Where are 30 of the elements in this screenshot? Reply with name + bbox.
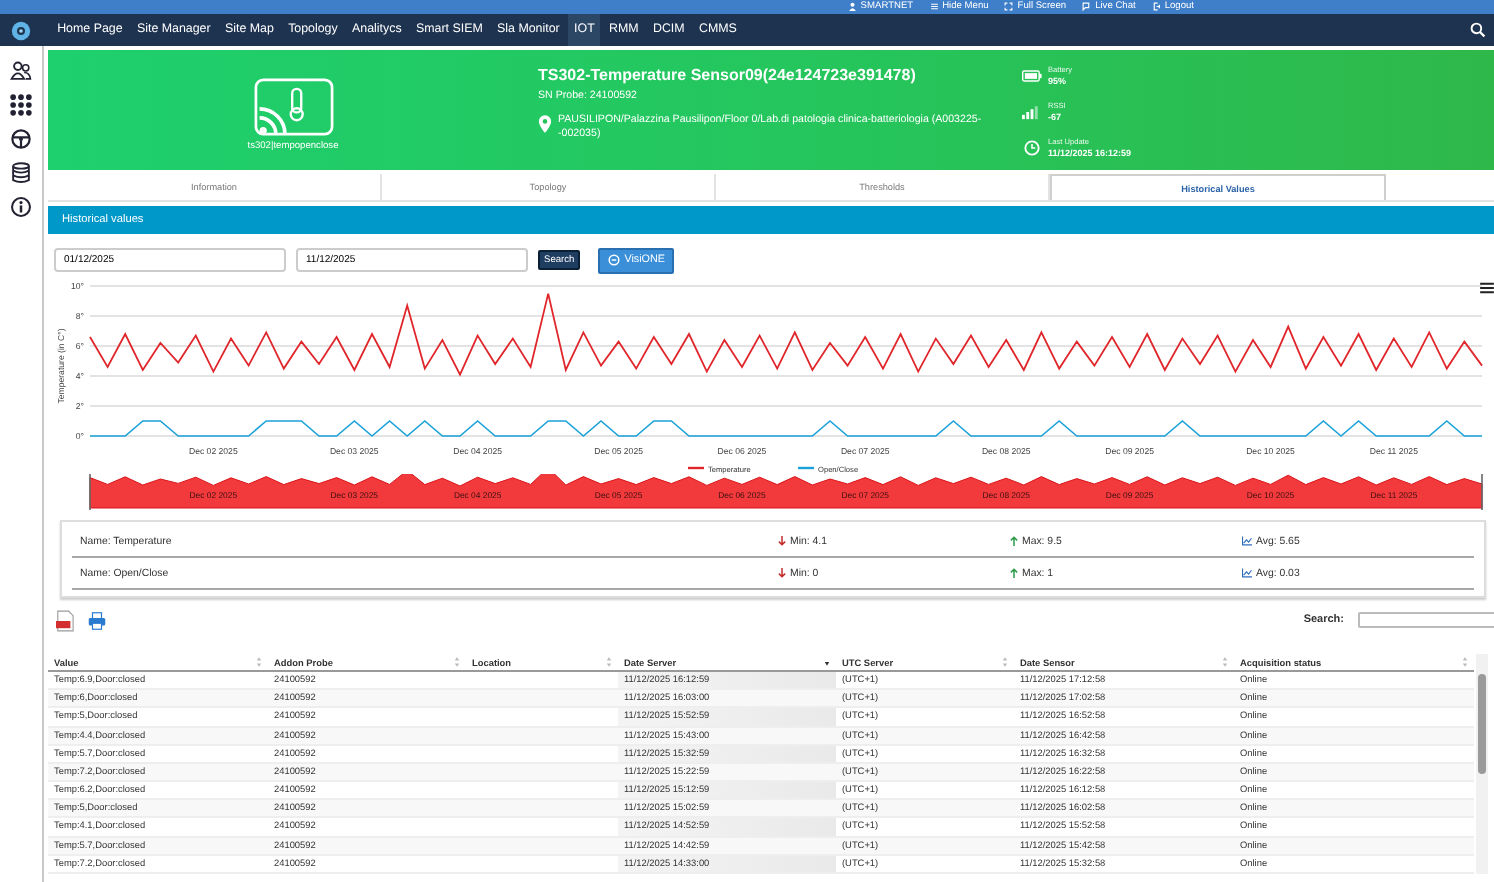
fullscreen-icon [1004, 2, 1014, 12]
grid-icon[interactable] [10, 94, 32, 116]
info-icon[interactable] [10, 196, 32, 218]
location-pin-icon [538, 114, 552, 134]
clock-icon [1022, 140, 1042, 156]
menu-icon[interactable] [1480, 282, 1494, 294]
battery-icon [1022, 68, 1042, 84]
user-icon [847, 2, 857, 12]
signal-icon [1022, 104, 1042, 120]
down-arrow-icon [778, 536, 786, 546]
up-arrow-icon [1010, 568, 1018, 578]
navigator-area[interactable] [89, 474, 1483, 509]
line-chart-icon [1242, 568, 1252, 578]
printer-icon[interactable] [88, 609, 106, 631]
database-icon[interactable] [10, 162, 32, 184]
pdf-icon[interactable] [56, 609, 74, 631]
steering-wheel-icon[interactable] [10, 128, 32, 150]
scrollbar[interactable] [1476, 654, 1488, 874]
sensor-icon [253, 77, 333, 135]
table-search-field[interactable] [1358, 612, 1494, 628]
down-arrow-icon [778, 568, 786, 578]
line-chart-icon [1242, 536, 1252, 546]
menu-icon [929, 2, 939, 12]
search-icon[interactable] [1470, 22, 1486, 38]
logout-icon [1151, 2, 1161, 12]
up-arrow-icon [1010, 536, 1018, 546]
device-title: TS302-Temperature Sensor09(24e124723e391478) [538, 66, 918, 84]
logo-icon[interactable] [10, 19, 32, 41]
users-icon[interactable] [10, 60, 32, 82]
chat-icon [1082, 2, 1092, 12]
